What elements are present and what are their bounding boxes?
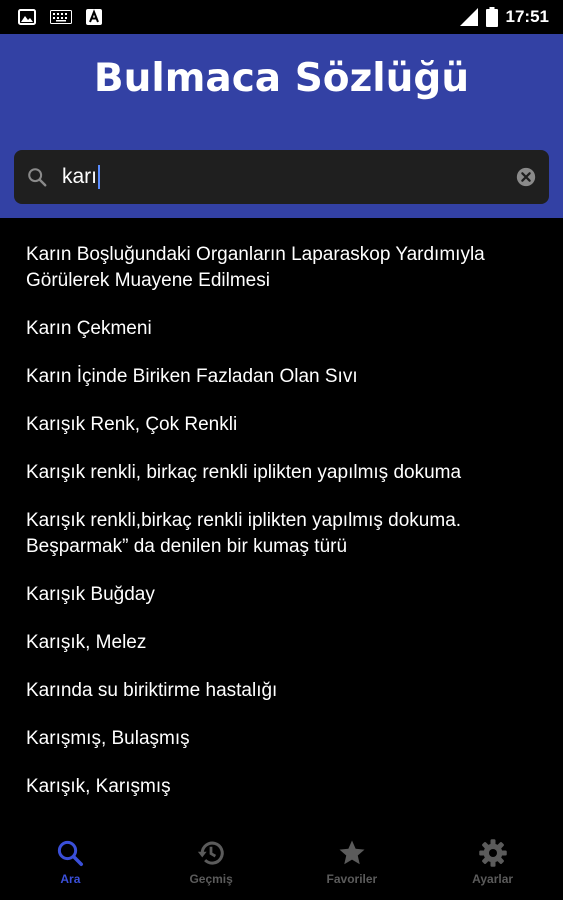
list-item[interactable]: Karışık, Melez: [0, 616, 563, 664]
nav-item-ara[interactable]: Ara: [0, 826, 141, 900]
text-caret: [98, 165, 101, 189]
nav-label: Ara: [60, 872, 81, 886]
nav-item-favoriler[interactable]: Favoriler: [282, 826, 423, 900]
status-icons: [18, 9, 102, 25]
nav-label: Ayarlar: [472, 872, 514, 886]
image-icon: [18, 9, 36, 25]
list-item[interactable]: Karışmış, Bulaşmış: [0, 712, 563, 760]
nav-item-gecmis[interactable]: Geçmiş: [141, 826, 282, 900]
list-item[interactable]: Karışık Renk, Çok Renkli: [0, 398, 563, 446]
app-title: Bulmaca Sözlüğü: [93, 56, 470, 101]
status-right: 17:51: [459, 7, 549, 27]
status-bar: 17:51: [0, 0, 563, 34]
list-item[interactable]: Karın Boşluğundaki Organların Laparaskop…: [0, 228, 563, 302]
search-bar[interactable]: karı: [14, 150, 549, 204]
nav-label: Geçmiş: [189, 872, 233, 886]
gear-icon: [478, 839, 507, 867]
keyboard-icon: [50, 10, 72, 24]
list-item[interactable]: Karışık renkli, birkaç renkli iplikten y…: [0, 446, 563, 494]
bottom-nav: Ara Geçmiş Favoriler Ayarlar: [0, 826, 563, 900]
list-item[interactable]: Karışık, Karışmış: [0, 760, 563, 808]
results-list: Karın Boşluğundaki Organların Laparaskop…: [0, 228, 563, 808]
list-item[interactable]: Karında su biriktirme hastalığı: [0, 664, 563, 712]
search-icon: [58, 840, 84, 866]
battery-icon: [485, 7, 498, 27]
nav-label: Favoriler: [326, 872, 378, 886]
search-input[interactable]: karı: [62, 165, 515, 189]
history-icon: [198, 841, 224, 865]
list-item[interactable]: Karışık renkli,birkaç renkli iplikten ya…: [0, 494, 563, 568]
list-item[interactable]: Karışık Buğday: [0, 568, 563, 616]
list-item[interactable]: Karın Çekmeni: [0, 302, 563, 350]
nav-item-ayarlar[interactable]: Ayarlar: [422, 826, 563, 900]
search-input-value: karı: [62, 165, 98, 188]
status-time: 17:51: [505, 7, 549, 26]
list-item[interactable]: Karın İçinde Biriken Fazladan Olan Sıvı: [0, 350, 563, 398]
search-icon: [28, 168, 47, 187]
clear-icon[interactable]: [515, 166, 537, 188]
app-a-icon: [86, 9, 102, 25]
signal-icon: [459, 8, 478, 26]
app-header: Bulmaca Sözlüğü karı: [0, 34, 563, 218]
star-icon: [339, 840, 365, 865]
